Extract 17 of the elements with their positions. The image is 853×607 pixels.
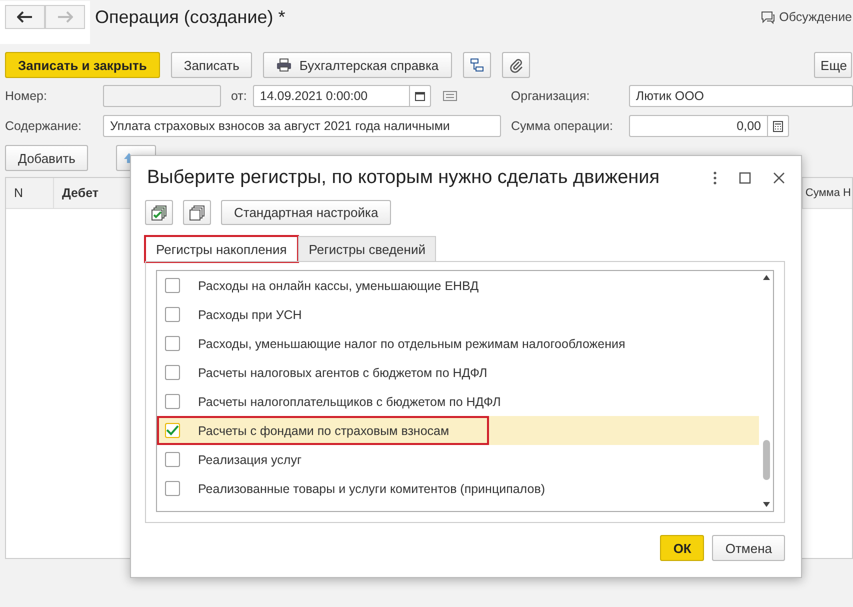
item-label: Расходы на онлайн кассы, уменьшающие ЕНВД [198, 278, 479, 292]
field-label: от: [231, 89, 247, 103]
item-label: Реализация услуг [198, 452, 302, 466]
item-label: Реализованные товары и услуги комитентов (принципалов) [198, 482, 545, 496]
column-header: N [6, 178, 54, 208]
field-label: Содержание: [5, 119, 83, 133]
item-label: Расходы при УСН [198, 308, 302, 322]
field-label: Номер: [5, 89, 48, 103]
item-label: Расчеты налогоплательщиков с бюджетом по НДФЛ [198, 394, 501, 408]
field-label: Сумма операции: [511, 119, 614, 133]
dialog-title: Выберите регистры, по которым нужно сделать движения [147, 167, 660, 189]
window-title: Операция (создание) * [95, 7, 286, 28]
column-header: Дебет [61, 185, 98, 202]
item-label: Расходы, уменьшающие налог по отдельным режимам налогообложения [198, 336, 626, 350]
item-label: Расчеты налоговых агентов с бюджетом по НДФЛ [198, 366, 488, 380]
item-label: Расчеты с фондами по страховым взносам [198, 424, 450, 438]
field-label: Организация: [510, 89, 591, 103]
